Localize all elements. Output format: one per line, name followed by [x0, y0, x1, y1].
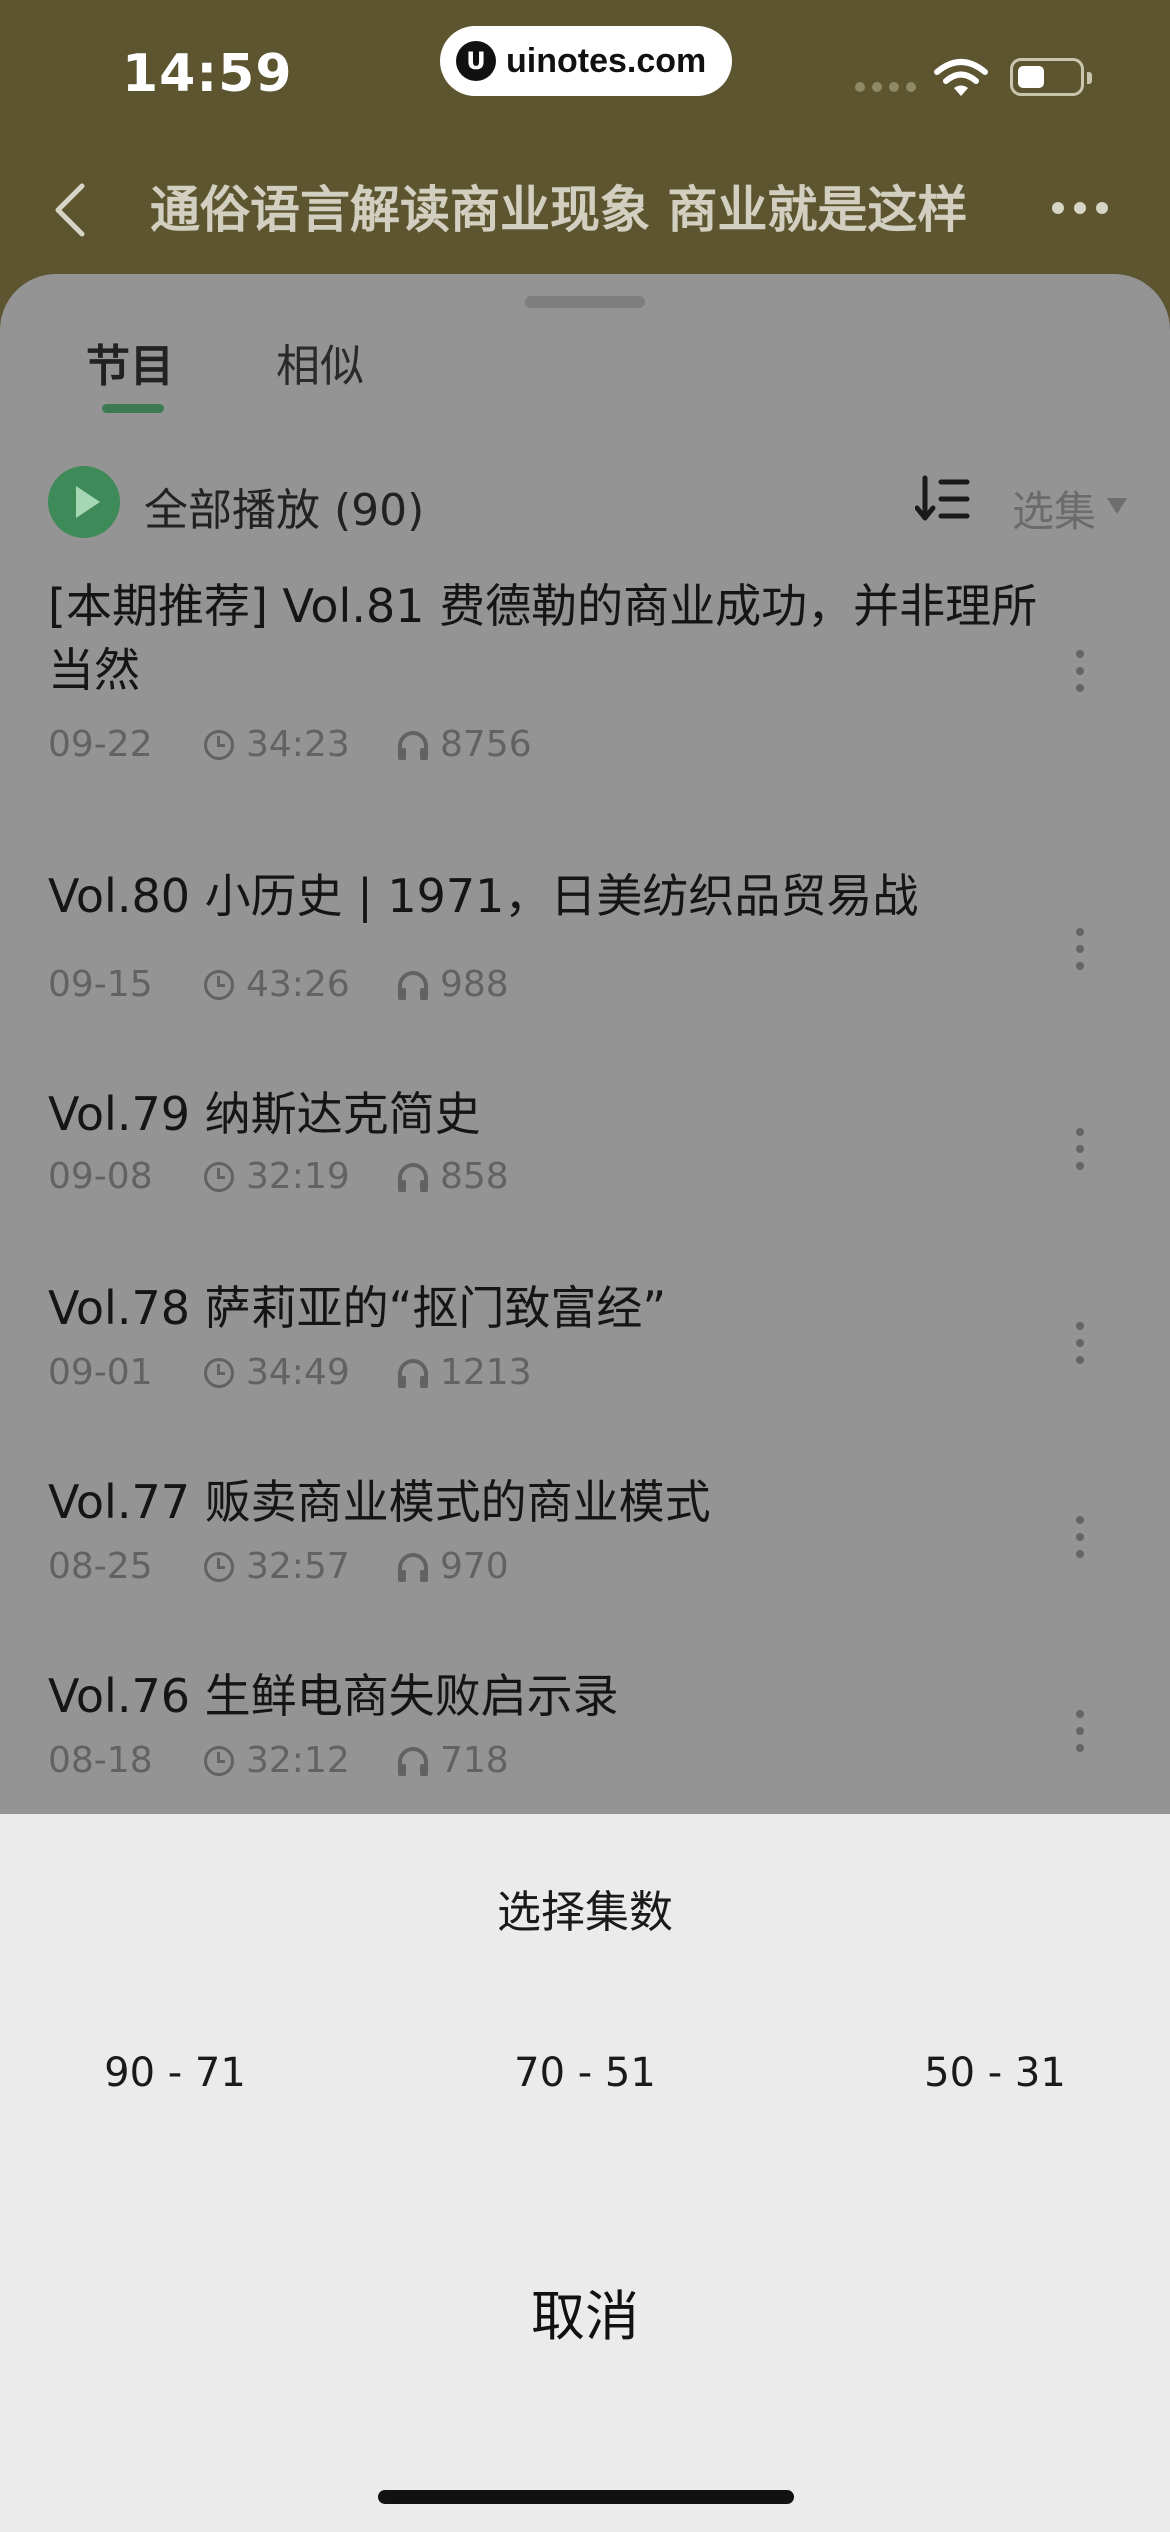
status-bar: 14:59 U uinotes.com: [0, 0, 1170, 140]
cancel-button[interactable]: 取消: [380, 2262, 790, 2372]
clock-icon: [204, 1745, 234, 1776]
episode-duration: 34:23: [246, 724, 350, 765]
episode-more-icon[interactable]: [1076, 1128, 1084, 1170]
episode-duration: 32:12: [246, 1740, 350, 1781]
headphones-icon: [398, 1746, 428, 1776]
episode-date: 09-08: [48, 1156, 153, 1197]
headphones-icon: [398, 1552, 428, 1582]
clock-icon: [204, 969, 234, 1000]
clock-icon: [204, 1551, 234, 1582]
episode-more-icon[interactable]: [1076, 650, 1084, 692]
episode-meta: 08-18 32:12 718: [48, 1740, 509, 1781]
home-indicator[interactable]: [378, 2490, 794, 2504]
episode-date: 09-15: [48, 964, 153, 1005]
episode-play-count: 718: [440, 1740, 509, 1781]
select-range-action-sheet: 选择集数 90 - 71 70 - 51 50 - 31 取消: [0, 1814, 1170, 2532]
episode-title: Vol.80 小历史 | 1971，日美纺织品贸易战: [48, 869, 919, 923]
watermark-badge: U uinotes.com: [440, 26, 732, 96]
nav-bar: 通俗语言解读商业现象 商业就是这样: [0, 160, 1170, 260]
episode-meta: 08-25 32:57 970: [48, 1546, 509, 1587]
episode-title: Vol.78 萨莉亚的“抠门致富经”: [48, 1281, 667, 1335]
episode-date: 09-22: [48, 724, 153, 765]
episode-duration: 43:26: [246, 964, 350, 1005]
episode-more-icon[interactable]: [1076, 1322, 1084, 1364]
episode-play-count: 8756: [440, 724, 532, 765]
episode-date: 08-18: [48, 1740, 153, 1781]
episode-meta: 09-15 43:26 988: [48, 964, 509, 1005]
clock-icon: [204, 1357, 234, 1388]
tab-active-indicator: [102, 404, 164, 413]
podcast-title: 通俗语言解读商业现象 商业就是这样: [150, 181, 968, 239]
episode-duration: 32:57: [246, 1546, 350, 1587]
episode-play-count: 988: [440, 964, 509, 1005]
episode-title: Vol.79 纳斯达克简史: [48, 1087, 481, 1141]
episode-meta: 09-08 32:19 858: [48, 1156, 509, 1197]
play-all-button[interactable]: 全部播放 (90): [144, 474, 424, 538]
headphones-icon: [398, 1358, 428, 1388]
headphones-icon: [398, 1162, 428, 1192]
episode-play-count: 1213: [440, 1352, 532, 1393]
episode-title: Vol.77 贩卖商业模式的商业模式: [48, 1475, 711, 1529]
sort-order-icon[interactable]: [915, 474, 971, 524]
episode-play-count: 970: [440, 1546, 509, 1587]
episode-meta: 09-22 34:23 8756: [48, 724, 532, 765]
action-sheet-title: 选择集数: [497, 1887, 673, 1938]
episode-more-icon[interactable]: [1076, 1516, 1084, 1558]
episode-title: Vol.76 生鲜电商失败启示录: [48, 1669, 619, 1723]
play-all-icon[interactable]: [48, 466, 120, 538]
headphones-icon: [398, 970, 428, 1000]
range-option-70-51[interactable]: 70 - 51: [410, 2050, 760, 2096]
watermark-logo-icon: U: [456, 41, 496, 81]
episode-more-icon[interactable]: [1076, 1710, 1084, 1752]
episode-meta: 09-01 34:49 1213: [48, 1352, 532, 1393]
wifi-icon: [934, 59, 988, 96]
cellular-signal-icon: [855, 82, 916, 92]
tab-programs[interactable]: 节目: [86, 330, 174, 394]
range-option-90-71[interactable]: 90 - 71: [0, 2050, 350, 2096]
episode-duration: 32:19: [246, 1156, 350, 1197]
episode-date: 08-25: [48, 1546, 153, 1587]
back-chevron-icon[interactable]: [48, 178, 92, 242]
episode-sheet: 节目 相似 全部播放 (90) 选集 [本期推荐] Vol.81 费德勒的商业成…: [0, 274, 1170, 1814]
episode-more-icon[interactable]: [1076, 928, 1084, 970]
clock-icon: [204, 1161, 234, 1192]
episode-date: 09-01: [48, 1352, 153, 1393]
caret-down-icon: [1107, 498, 1127, 514]
watermark-text: uinotes.com: [506, 41, 707, 80]
select-episodes-button[interactable]: 选集: [1012, 478, 1096, 539]
status-time: 14:59: [122, 44, 293, 104]
clock-icon: [204, 729, 234, 760]
sheet-grabber[interactable]: [525, 296, 645, 308]
battery-icon: [1010, 58, 1092, 96]
episode-play-count: 858: [440, 1156, 509, 1197]
more-horizontal-icon[interactable]: [1052, 202, 1108, 214]
tab-similar[interactable]: 相似: [276, 330, 364, 394]
episode-duration: 34:49: [246, 1352, 350, 1393]
headphones-icon: [398, 730, 428, 760]
episode-title: [本期推荐] Vol.81 费德勒的商业成功，并非理所当然: [48, 579, 1038, 697]
range-option-50-31[interactable]: 50 - 31: [820, 2050, 1170, 2096]
